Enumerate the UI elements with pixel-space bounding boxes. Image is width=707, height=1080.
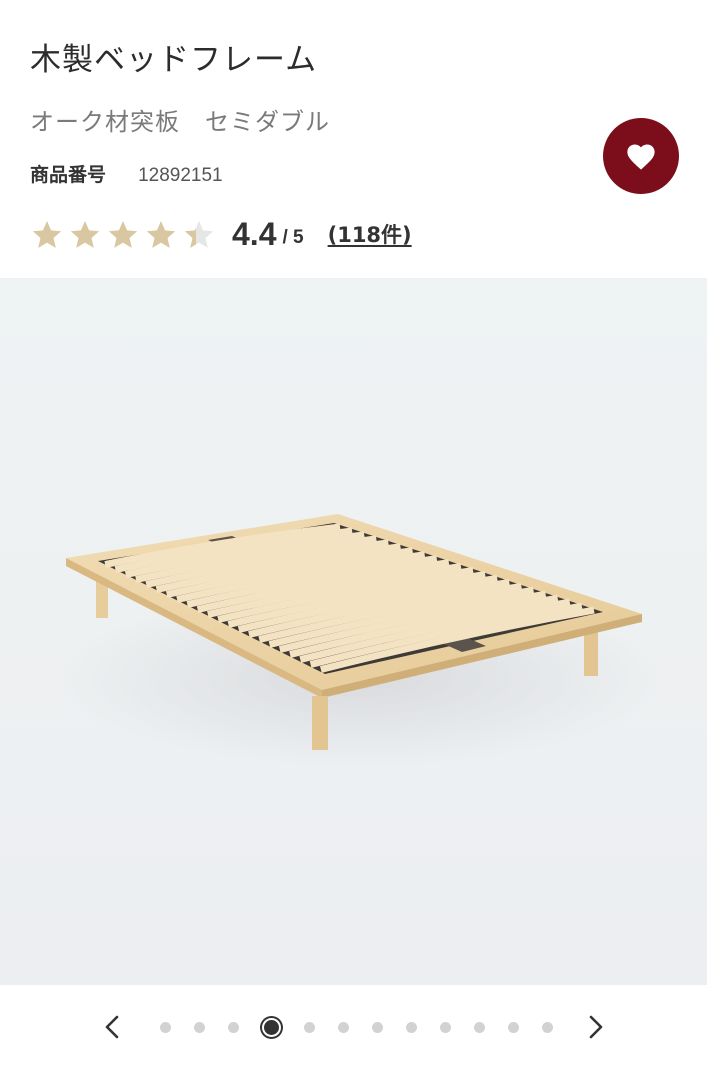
- heart-icon: [627, 144, 655, 170]
- next-image-button[interactable]: [576, 1007, 616, 1047]
- pager-dot[interactable]: [542, 1021, 553, 1033]
- product-page: 木製ベッドフレーム オーク材突板 セミダブル 商品番号 12892151 4.4…: [0, 0, 707, 1080]
- chevron-left-icon: [105, 1015, 119, 1039]
- rating-row: 4.4 / 5 (118件): [30, 212, 412, 256]
- review-count-link[interactable]: (118件): [328, 219, 412, 249]
- pager-dot[interactable]: [474, 1021, 485, 1033]
- star-rating: [30, 218, 220, 250]
- product-header: 木製ベッドフレーム オーク材突板 セミダブル 商品番号 12892151 4.4…: [0, 0, 707, 278]
- product-number-row: 商品番号 12892151: [30, 160, 223, 187]
- pager-dot[interactable]: [194, 1021, 205, 1033]
- prev-image-button[interactable]: [92, 1007, 132, 1047]
- product-image[interactable]: [0, 278, 707, 985]
- pager-dot[interactable]: [372, 1021, 383, 1033]
- chevron-right-icon: [589, 1015, 603, 1039]
- product-number-label: 商品番号: [30, 164, 107, 186]
- pager-dot[interactable]: [160, 1021, 171, 1033]
- pager-dot[interactable]: [440, 1021, 451, 1033]
- star-icon: [32, 220, 62, 248]
- star-icon: [146, 220, 176, 248]
- product-title: 木製ベッドフレーム: [30, 42, 318, 78]
- pager-dot[interactable]: [508, 1021, 519, 1033]
- pager-dot[interactable]: [338, 1021, 349, 1033]
- pager-dots: [160, 1017, 576, 1037]
- star-icon: [108, 220, 138, 248]
- product-subtitle: オーク材突板 セミダブル: [30, 108, 330, 136]
- rating-max: / 5: [282, 227, 304, 248]
- pager-dot[interactable]: [228, 1021, 239, 1033]
- star-icon: [184, 220, 214, 248]
- star-icon: [70, 220, 100, 248]
- pager-dot[interactable]: [406, 1021, 417, 1033]
- bed-frame-illustration: [60, 514, 660, 768]
- rating-score: 4.4: [232, 215, 277, 252]
- pager-dot-active[interactable]: [264, 1019, 279, 1035]
- product-number: 12892151: [138, 165, 223, 186]
- image-pager: [0, 985, 707, 1080]
- favorite-button[interactable]: [603, 118, 679, 194]
- pager-dot[interactable]: [304, 1021, 315, 1033]
